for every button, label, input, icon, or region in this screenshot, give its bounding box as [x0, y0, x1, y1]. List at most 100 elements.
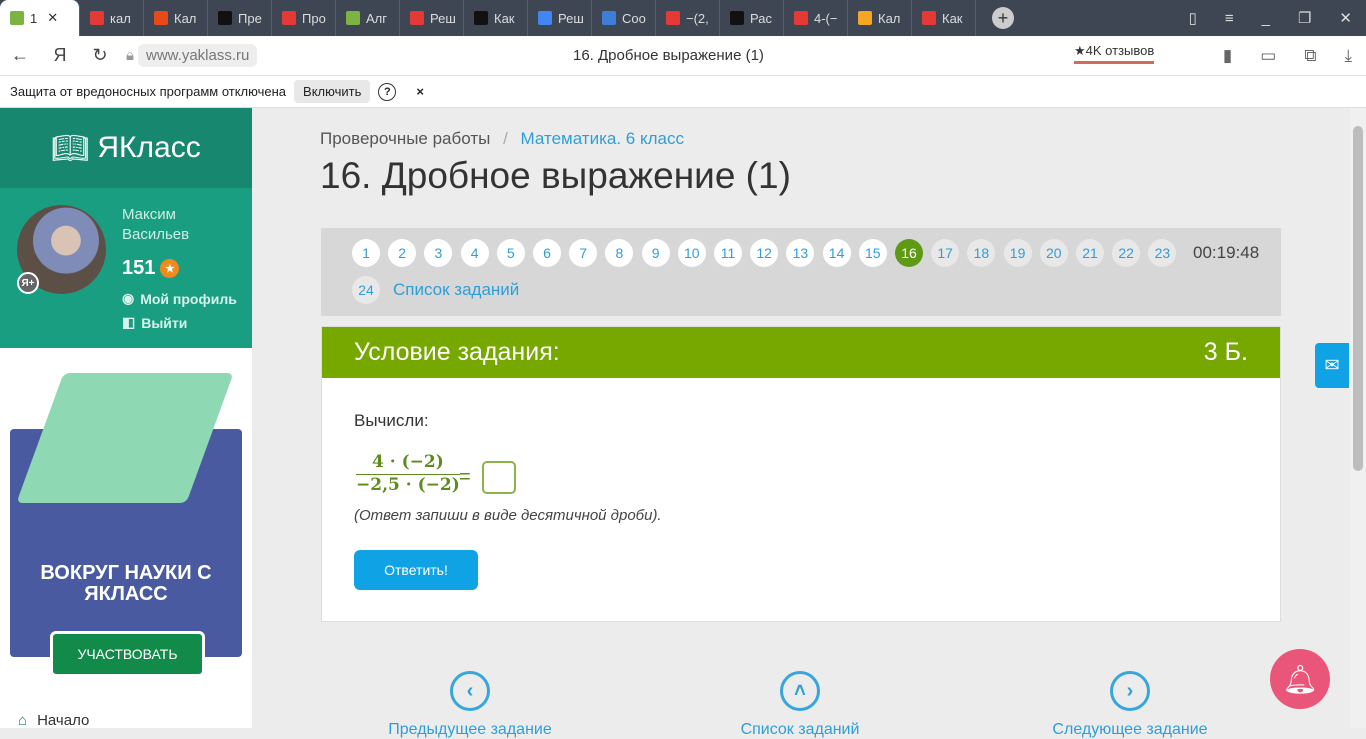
submit-button[interactable]: Ответить!	[354, 550, 478, 590]
equals-sign: =	[459, 466, 471, 488]
infobar: Защита от вредоносных программ отключена…	[0, 76, 1366, 108]
collections-icon[interactable]: ▯	[1189, 9, 1197, 27]
prev-task-link[interactable]: ‹ Предыдущее задание	[370, 671, 570, 739]
tab-favicon-icon	[666, 11, 680, 25]
page-6-button[interactable]: 6	[533, 239, 561, 267]
answer-input[interactable]	[482, 461, 516, 494]
browser-tab[interactable]: Кал	[144, 0, 208, 36]
fraction: 4 · (−2) −2,5 · (−2)	[356, 452, 460, 495]
yandex-icon[interactable]: Я	[40, 45, 80, 66]
page-22-button[interactable]: 22	[1112, 239, 1141, 267]
back-icon[interactable]: ←	[0, 45, 40, 66]
task-list-nav-link[interactable]: ˄ Список заданий	[700, 671, 900, 739]
browser-tab[interactable]: 4-(−	[784, 0, 848, 36]
task-pager: 1 2 3 4 5 6 7 8 9 10 11 12 13 14 15 16 17 18 19 20 21 22 23 24 …	[321, 228, 1281, 316]
page-24-button[interactable]: 24	[352, 276, 380, 304]
page-10-button[interactable]: 10	[677, 239, 706, 267]
browser-tab[interactable]: −(2,	[656, 0, 720, 36]
profile-panel: Я+ Максим Васильев 151 ★ ◉ Мой профиль ◧ Вый…	[0, 188, 252, 348]
page-21-button[interactable]: 21	[1076, 239, 1104, 267]
page-5-button[interactable]: 5	[496, 239, 525, 267]
tab-favicon-icon	[10, 11, 24, 25]
browser-tab[interactable]: Пре	[208, 0, 272, 36]
page-16-button[interactable]: 16	[895, 239, 923, 267]
browser-tab[interactable]: Рас	[720, 0, 784, 36]
browser-tab[interactable]: Про	[272, 0, 336, 36]
page-13-button[interactable]: 13	[786, 239, 815, 267]
page-4-button[interactable]: 4	[460, 239, 489, 267]
page-2-button[interactable]: 2	[388, 239, 417, 267]
page-15-button[interactable]: 15	[858, 239, 887, 267]
help-icon[interactable]: ?	[378, 82, 397, 101]
page-17-button[interactable]: 17	[931, 239, 960, 267]
browser-tab[interactable]: Реш	[400, 0, 464, 36]
download-icon[interactable]: ⤓	[1344, 46, 1352, 66]
sidebar: 📖︎ ЯКласс Я+ Максим Васильев 151 ★ ◉ Мой про…	[0, 108, 252, 729]
mail-icon[interactable]: ✉	[1315, 343, 1349, 388]
tab-close-icon[interactable]: ✕	[47, 10, 58, 26]
page-23-button[interactable]: 23	[1148, 239, 1177, 267]
browser-tab[interactable]: Как	[912, 0, 976, 36]
user-score: 151 ★	[122, 257, 180, 280]
battery-icon[interactable]: ▭	[1260, 46, 1276, 66]
page-18-button[interactable]: 18	[967, 239, 996, 267]
new-tab-button[interactable]: +	[992, 7, 1014, 29]
tab-label: 1	[30, 10, 38, 26]
ad-title: ВОКРУГ НАУКИ С ЯКЛАСС	[40, 562, 212, 605]
tab-label: Реш	[430, 10, 456, 26]
tab-label: Реш	[558, 10, 584, 26]
page-12-button[interactable]: 12	[750, 239, 779, 267]
my-profile-link[interactable]: ◉ Мой профиль	[122, 290, 237, 307]
tab-favicon-icon	[538, 11, 552, 25]
menu-icon[interactable]: ≡	[1225, 10, 1234, 27]
book-icon: 📖︎	[51, 131, 90, 165]
task-list-link[interactable]: Список заданий	[393, 280, 519, 300]
browser-tab[interactable]: Как	[464, 0, 528, 36]
close-window-button[interactable]: ✕	[1339, 9, 1352, 27]
lock-icon[interactable]: 🔒︎	[126, 47, 134, 64]
browser-tab[interactable]: Алг	[336, 0, 400, 36]
ya-plus-badge: Я+	[17, 272, 39, 294]
bookmark-icon[interactable]: ▮	[1223, 46, 1232, 66]
tab-label: Алг	[366, 10, 387, 26]
page-20-button[interactable]: 20	[1039, 239, 1068, 267]
browser-tab[interactable]: Кал	[848, 0, 912, 36]
extensions-icon[interactable]: ⧉	[1304, 46, 1316, 66]
page-11-button[interactable]: 11	[714, 239, 742, 267]
page-title: 16. Дробное выражение (1)	[320, 155, 791, 196]
page-8-button[interactable]: 8	[605, 239, 634, 267]
reviews-button[interactable]: ★4K отзывов	[1074, 43, 1155, 64]
tab-favicon-icon	[90, 11, 104, 25]
breadcrumb-item[interactable]: Математика. 6 класс	[521, 129, 684, 148]
window-controls: ▯ ≡ _ ❐ ✕	[1189, 0, 1366, 36]
sidebar-item-home[interactable]: ⌂ Начало	[18, 712, 89, 729]
browser-tab[interactable]: Реш	[528, 0, 592, 36]
participate-button[interactable]: УЧАСТВОВАТЬ	[50, 631, 205, 677]
browser-tab[interactable]: Соо	[592, 0, 656, 36]
scrollbar-thumb[interactable]	[1353, 126, 1363, 471]
enable-button[interactable]: Включить	[294, 80, 371, 103]
page-9-button[interactable]: 9	[641, 239, 670, 267]
tab-favicon-icon	[346, 11, 360, 25]
scrollbar[interactable]	[1350, 108, 1366, 728]
page-14-button[interactable]: 14	[822, 239, 851, 267]
browser-tab[interactable]: 1 ✕	[0, 0, 80, 36]
browser-tab[interactable]: кал	[80, 0, 144, 36]
page-19-button[interactable]: 19	[1003, 239, 1032, 267]
breadcrumb-item[interactable]: Проверочные работы	[320, 129, 490, 148]
page-1-button[interactable]: 1	[352, 239, 380, 267]
logout-link[interactable]: ◧ Выйти	[122, 314, 187, 331]
bell-icon[interactable]: 🔔︎	[1270, 649, 1330, 709]
page-3-button[interactable]: 3	[424, 239, 453, 267]
profile-icon: ◉	[122, 290, 135, 306]
url-field[interactable]: www.yaklass.ru	[137, 44, 258, 67]
minimize-button[interactable]: _	[1262, 10, 1270, 27]
maximize-button[interactable]: ❐	[1298, 9, 1311, 27]
tab-favicon-icon	[410, 11, 424, 25]
task-prompt: Вычисли:	[354, 411, 429, 430]
reload-icon[interactable]: ↻	[80, 45, 120, 66]
infobar-close-button[interactable]: ×	[416, 84, 424, 99]
next-task-link[interactable]: › Следующее задание	[1030, 671, 1230, 739]
page-7-button[interactable]: 7	[569, 239, 598, 267]
logo[interactable]: 📖︎ ЯКласс	[0, 108, 252, 188]
